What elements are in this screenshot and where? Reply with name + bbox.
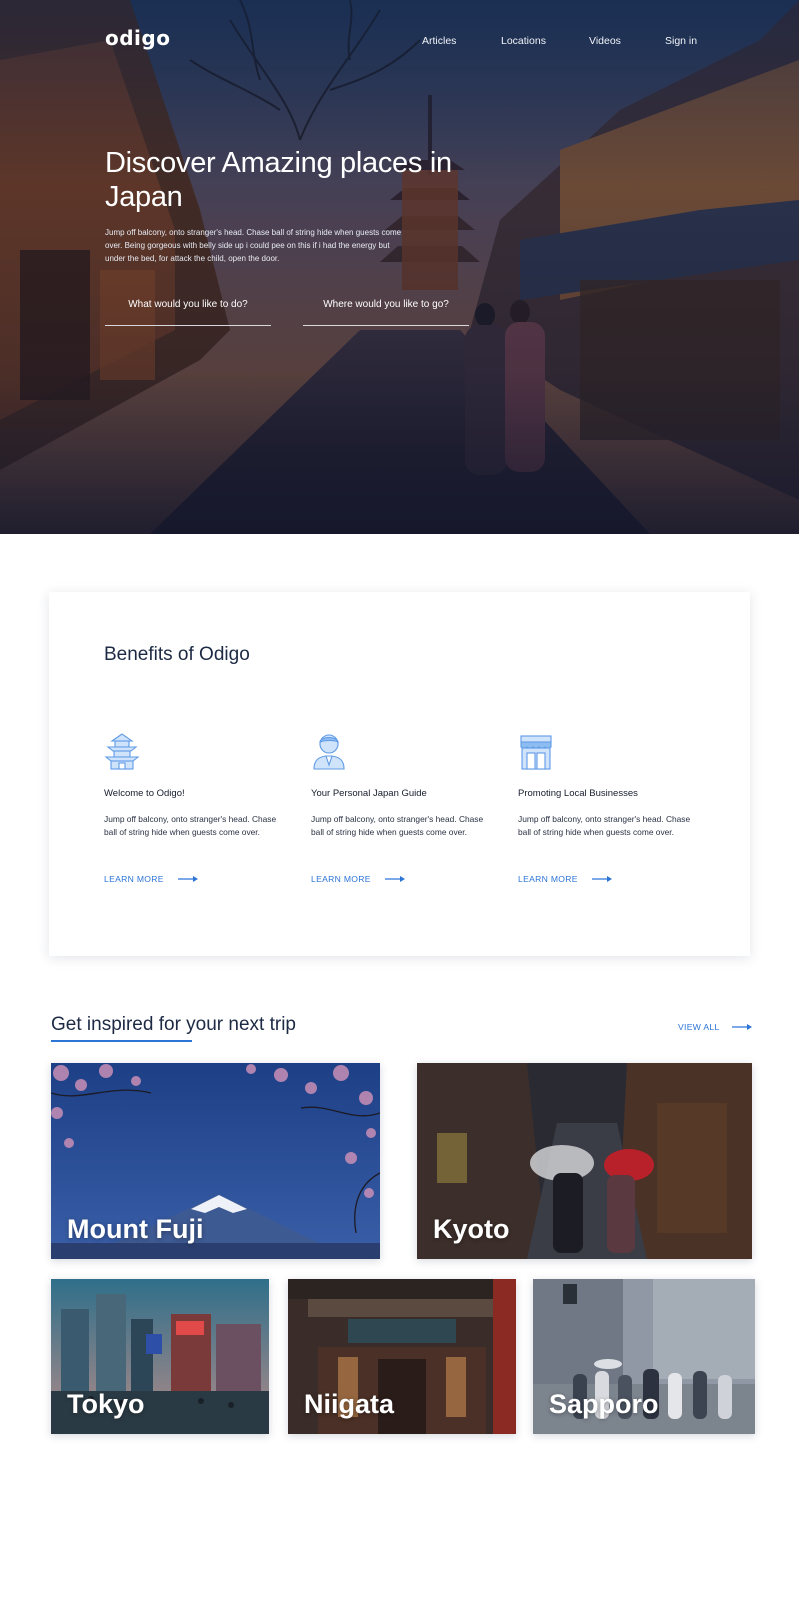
location-search-placeholder: Where would you like to go? [323, 299, 449, 310]
learn-more-label: LEARN MORE [104, 874, 164, 884]
learn-more-link[interactable]: LEARN MORE [104, 874, 198, 884]
destination-card-tokyo[interactable]: Tokyo [51, 1279, 269, 1434]
nav-link-sign-in[interactable]: Sign in [665, 35, 697, 47]
storefront-icon [520, 735, 552, 770]
benefit-item-welcome: Welcome to Odigo! Jump off balcony, onto… [104, 732, 279, 884]
guide-person-icon [313, 734, 345, 770]
destination-label: Niigata [304, 1389, 395, 1419]
destination-card-mount-fuji[interactable]: Mount Fuji [51, 1063, 380, 1259]
location-search-field[interactable]: Where would you like to go? [303, 296, 469, 326]
destination-label: Sapporo [549, 1389, 659, 1419]
arrow-right-icon [731, 1024, 752, 1030]
destination-label: Kyoto [433, 1214, 510, 1244]
benefit-heading: Welcome to Odigo! [104, 788, 185, 799]
learn-more-label: LEARN MORE [518, 874, 578, 884]
destination-card-kyoto[interactable]: Kyoto [417, 1063, 752, 1259]
hero-title: Discover Amazing places in Japan [105, 147, 452, 213]
hero-section: odigo Articles Locations Videos Sign in … [0, 0, 799, 534]
benefit-item-local-business: Promoting Local Businesses Jump off balc… [518, 732, 693, 884]
inspiration-title: Get inspired for your next trip [51, 1014, 296, 1035]
benefit-heading: Promoting Local Businesses [518, 788, 638, 799]
view-all-link[interactable]: VIEW ALL [678, 1022, 752, 1032]
arrow-right-icon [384, 876, 405, 882]
destination-card-niigata[interactable]: Niigata [288, 1279, 516, 1434]
arrow-right-icon [177, 876, 198, 882]
destination-card-sapporo[interactable]: Sapporo [533, 1279, 755, 1434]
learn-more-link[interactable]: LEARN MORE [311, 874, 405, 884]
nav-link-videos[interactable]: Videos [589, 35, 621, 47]
benefit-text: Jump off balcony, onto stranger's head. … [518, 814, 691, 837]
benefit-text: Jump off balcony, onto stranger's head. … [104, 814, 277, 837]
benefits-card: Benefits of Odigo Welcome to Odigo! Jump… [49, 592, 750, 956]
learn-more-link[interactable]: LEARN MORE [518, 874, 612, 884]
destination-label: Mount Fuji [67, 1214, 204, 1244]
hero-overlay [0, 0, 799, 534]
destination-label: Tokyo [67, 1389, 145, 1419]
view-all-label: VIEW ALL [678, 1022, 720, 1032]
hero-description: Jump off balcony, onto stranger's head. … [105, 228, 402, 263]
arrow-right-icon [591, 876, 612, 882]
nav-link-locations[interactable]: Locations [501, 35, 546, 47]
activity-search-field[interactable]: What would you like to do? [105, 296, 271, 326]
inspiration-title-underline [51, 1040, 192, 1042]
benefit-item-guide: Your Personal Japan Guide Jump off balco… [311, 732, 486, 884]
main-navigation: Articles Locations Videos Sign in [0, 35, 799, 55]
benefit-text: Jump off balcony, onto stranger's head. … [311, 814, 484, 837]
learn-more-label: LEARN MORE [311, 874, 371, 884]
activity-search-placeholder: What would you like to do? [128, 299, 248, 310]
nav-link-articles[interactable]: Articles [422, 35, 456, 47]
benefits-title: Benefits of Odigo [104, 644, 250, 665]
pagoda-icon [104, 733, 140, 770]
benefit-heading: Your Personal Japan Guide [311, 788, 427, 799]
